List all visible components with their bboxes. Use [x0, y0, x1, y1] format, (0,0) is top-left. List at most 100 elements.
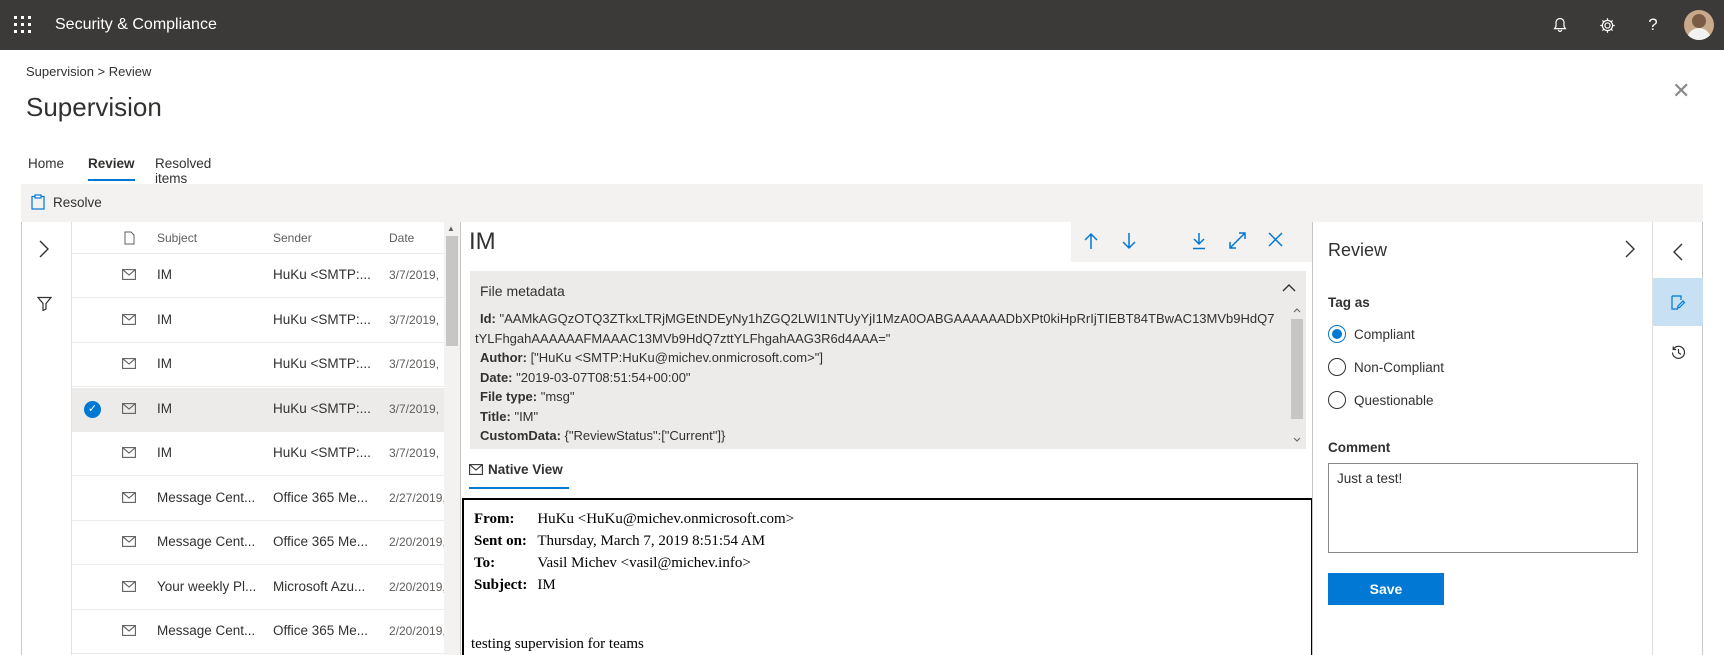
column-subject[interactable]: Subject — [157, 231, 197, 245]
email-subject-label: Subject: — [474, 577, 528, 593]
chevron-right-icon[interactable] — [1624, 240, 1636, 258]
row-sender: Microsoft Azu... — [273, 578, 366, 594]
row-date: 2/27/2019, — [389, 490, 444, 505]
meta-date-label: Date: — [480, 369, 513, 385]
review-pane-button[interactable] — [1653, 278, 1703, 326]
mail-icon — [122, 358, 136, 369]
row-sender: Office 365 Me... — [273, 489, 369, 505]
scroll-up-icon[interactable]: ▲ — [447, 224, 455, 233]
row-sender: HuKu <SMTP:... — [273, 445, 371, 460]
radio-dot[interactable] — [1328, 325, 1346, 343]
row-date: 2/20/2019, — [389, 535, 444, 549]
app-launcher-icon[interactable] — [14, 16, 32, 34]
table-row[interactable]: ✓ IM HuKu <SMTP:... 3/7/2019, — [72, 387, 444, 432]
table-row[interactable]: IM HuKu <SMTP:... 3/7/2019, — [72, 254, 444, 298]
page-title: Supervision — [26, 92, 162, 122]
email-subject: IM — [537, 577, 556, 593]
tag-as-label: Tag as — [1328, 295, 1370, 310]
radio-dot[interactable] — [1328, 391, 1346, 409]
download-icon[interactable] — [1191, 232, 1207, 250]
meta-customdata-value: {"ReviewStatus":["Current"]} — [564, 428, 726, 443]
meta-author-value: ["HuKu <SMTP:HuKu@michev.onmicrosoft.com… — [530, 350, 823, 365]
selected-check-icon[interactable]: ✓ — [84, 400, 101, 418]
row-subject: IM — [157, 445, 172, 460]
meta-customdata-label: CustomData: — [480, 428, 561, 443]
clipboard-icon — [31, 194, 45, 210]
table-row[interactable]: Message Cent... Office 365 Me... 2/20/2019… — [72, 521, 444, 565]
arrow-down-icon[interactable] — [1121, 232, 1137, 250]
table-row[interactable]: IM HuKu <SMTP:... 3/7/2019, — [72, 432, 444, 476]
file-metadata-heading: File metadata — [480, 283, 565, 299]
mail-icon — [122, 313, 136, 325]
mail-icon — [122, 447, 136, 458]
command-bar: Resolve — [21, 184, 1703, 222]
row-date: 2/20/2019, — [389, 624, 444, 638]
row-subject: IM — [157, 267, 172, 282]
tab-review[interactable]: Review — [82, 154, 141, 181]
email-sent: Thursday, March 7, 2019 8:51:54 AM — [537, 533, 766, 549]
row-date: 3/7/2019, — [389, 446, 440, 460]
item-list: Subject Sender Date IM HuKu <SMTP:... 3/7/… — [72, 222, 444, 655]
metadata-scrollbar[interactable] — [1290, 307, 1304, 447]
help-icon[interactable]: ? — [1641, 13, 1665, 37]
comment-field[interactable] — [1328, 463, 1638, 553]
mail-icon — [122, 625, 136, 636]
mail-icon — [122, 269, 136, 280]
radio-questionable[interactable]: Questionable — [1328, 391, 1434, 409]
radio-compliant[interactable]: Compliant — [1328, 325, 1415, 343]
expand-icon[interactable] — [1229, 232, 1246, 249]
mail-icon — [122, 491, 136, 503]
chevron-up-icon[interactable] — [1282, 283, 1296, 293]
mail-icon — [122, 580, 136, 592]
list-scrollbar[interactable]: ▲ — [444, 222, 460, 655]
chevron-left-icon — [1673, 243, 1683, 261]
metadata-scrollbar-thumb[interactable] — [1291, 319, 1303, 419]
radio-dot[interactable] — [1328, 358, 1346, 376]
avatar[interactable] — [1684, 10, 1714, 40]
row-subject: IM — [157, 400, 172, 416]
tab-home[interactable]: Home — [22, 154, 70, 181]
close-detail-icon[interactable] — [1268, 232, 1283, 247]
meta-date-value: "2019-03-07T08:51:54+00:00" — [516, 369, 691, 385]
arrow-up-icon[interactable] — [1083, 232, 1099, 250]
radio-non-compliant[interactable]: Non-Compliant — [1328, 358, 1444, 376]
table-row[interactable]: IM HuKu <SMTP:... 3/7/2019, — [72, 299, 444, 343]
tab-native-view[interactable]: Native View — [469, 462, 569, 489]
app-title[interactable]: Security & Compliance — [55, 16, 217, 34]
filter-icon[interactable] — [37, 296, 52, 311]
save-button[interactable]: Save — [1328, 573, 1444, 605]
history-button[interactable] — [1653, 328, 1703, 376]
meta-id-label: Id: — [480, 311, 496, 326]
row-subject: IM — [157, 356, 172, 371]
top-bar: Security & Compliance ? — [0, 0, 1724, 50]
scrollbar-thumb[interactable] — [446, 236, 458, 346]
email-from-label: From: — [474, 511, 515, 527]
review-title: Review — [1328, 240, 1388, 260]
resolve-button[interactable]: Resolve — [31, 194, 102, 210]
meta-id-value: "AAMkAGQzOTQ3ZTkxLTRjMGEtNDEyNy1hZGQ2LWI… — [499, 311, 1275, 326]
detail-title: IM — [469, 228, 496, 255]
resolve-label: Resolve — [53, 194, 102, 210]
row-sender: HuKu <SMTP:... — [273, 400, 371, 416]
email-body: testing supervision for teams — [471, 636, 644, 652]
table-row[interactable]: Message Cent... Office 365 Me... 2/20/2019… — [72, 610, 444, 654]
bell-icon[interactable] — [1548, 13, 1572, 37]
table-row[interactable]: IM HuKu <SMTP:... 3/7/2019, — [72, 343, 444, 387]
row-date: 3/7/2019, — [389, 312, 440, 327]
breadcrumb[interactable]: Supervision > Review — [26, 64, 151, 79]
table-row[interactable]: Message Cent... Office 365 Me... 2/27/2019… — [72, 477, 444, 521]
scroll-down-small-icon[interactable] — [1293, 437, 1301, 443]
row-subject: Your weekly Pl... — [157, 578, 257, 594]
chevron-right-icon[interactable] — [37, 240, 51, 258]
close-icon[interactable]: ✕ — [1672, 78, 1690, 104]
collapse-panel-button[interactable] — [1653, 228, 1703, 276]
mail-icon — [469, 464, 483, 475]
scroll-up-small-icon[interactable] — [1293, 307, 1301, 313]
row-sender: HuKu <SMTP:... — [273, 311, 371, 327]
comment-label: Comment — [1328, 440, 1391, 455]
table-row[interactable]: Your weekly Pl... Microsoft Azu... 2/20/20… — [72, 566, 444, 610]
row-sender: Office 365 Me... — [273, 534, 369, 549]
column-date[interactable]: Date — [389, 231, 414, 245]
column-sender[interactable]: Sender — [273, 231, 312, 245]
gear-icon[interactable] — [1595, 13, 1619, 37]
